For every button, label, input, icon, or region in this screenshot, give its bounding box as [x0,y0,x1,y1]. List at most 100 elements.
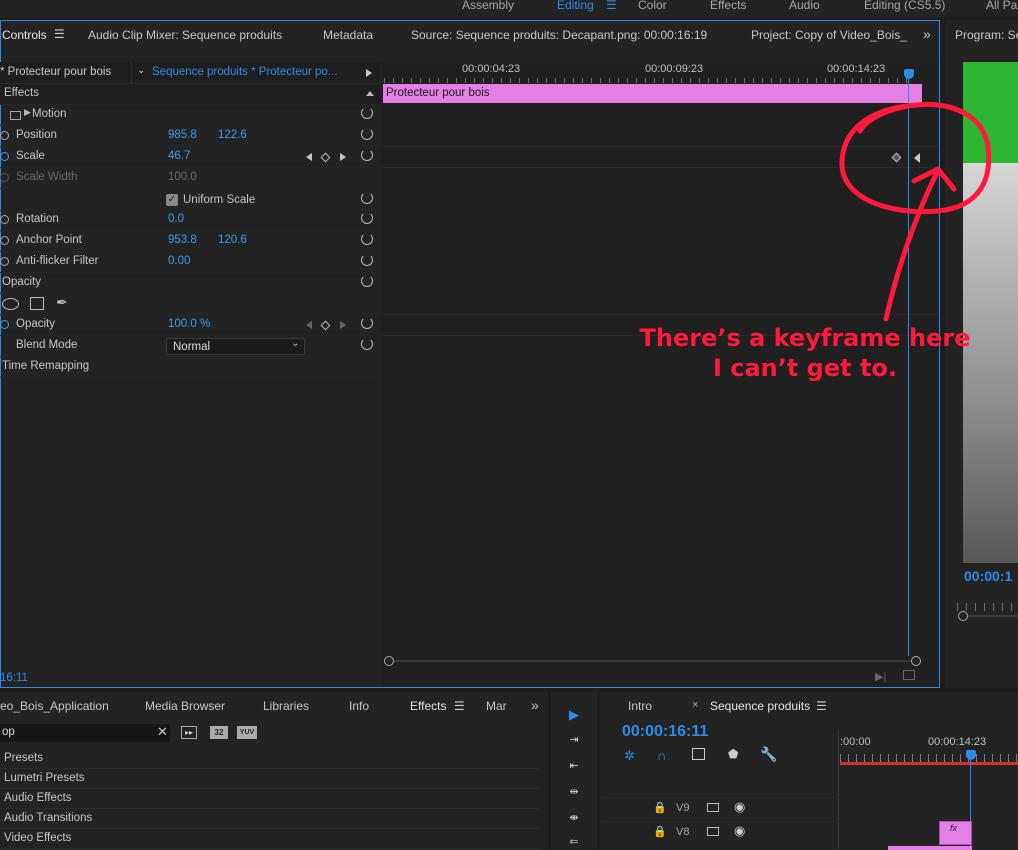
effects-folder-audio-effects[interactable]: Audio Effects [0,789,540,809]
stopwatch-icon[interactable] [0,152,9,161]
stopwatch-icon[interactable] [0,257,9,266]
anchor-y[interactable]: 120.6 [218,234,247,246]
reset-icon[interactable] [361,212,373,224]
position-x[interactable]: 985.8 [168,129,197,141]
next-keyframe-icon[interactable] [340,153,346,161]
tab-intro[interactable]: Intro [628,699,652,713]
effects-folder-lumetri[interactable]: Lumetri Presets [0,769,540,789]
rate-stretch-tool-icon[interactable]: ⇹ [565,785,583,799]
snap-icon[interactable]: ∩ [657,748,666,763]
tab-source[interactable]: Source: Sequence produits: Decapant.png:… [411,28,707,42]
zoom-scrollbar[interactable] [389,660,916,662]
track-select-tool-icon[interactable]: ⇥ [565,733,583,747]
lock-icon[interactable]: 🔒 [653,801,667,814]
timeline-clip[interactable] [888,846,972,850]
slip-tool-icon[interactable]: ⇼ [565,811,583,825]
eye-icon[interactable]: ◉ [734,799,745,815]
reset-icon[interactable] [361,149,373,161]
tab-effects[interactable]: Effects [410,699,446,713]
timeline-clip[interactable]: fx [939,821,972,845]
reset-icon[interactable] [361,338,373,350]
sequence-timecode[interactable]: 00:00:16:11 [622,723,708,741]
antiflicker-value[interactable]: 0.00 [168,255,190,267]
uniform-scale-checkbox[interactable]: ✓ [166,194,178,206]
ellipse-mask-icon[interactable] [2,298,19,310]
stopwatch-icon[interactable] [0,320,9,329]
prev-keyframe-icon[interactable] [306,321,312,329]
eye-icon[interactable]: ◉ [734,823,745,839]
tabs-overflow-icon[interactable]: » [531,697,539,713]
position-y[interactable]: 122.6 [218,129,247,141]
current-timecode[interactable]: 16:11 [0,672,28,684]
panel-menu-icon[interactable]: ☰ [454,699,465,713]
rectangle-mask-icon[interactable] [30,297,44,310]
tab-libraries[interactable]: Libraries [263,699,309,713]
add-keyframe-icon[interactable] [320,320,331,331]
reset-icon[interactable] [361,233,373,245]
workspace-assembly[interactable]: Assembly [462,0,514,12]
workspace-menu-icon[interactable]: ☰ [606,0,617,12]
panel-menu-icon[interactable]: ☰ [54,27,65,41]
reset-icon[interactable] [361,317,373,329]
chevron-down-icon[interactable]: ⌄ [137,65,145,76]
pen-tool-icon[interactable]: ⇐ [565,835,583,849]
toggle-sync-icon[interactable] [707,827,719,836]
workspace-editing[interactable]: Editing [557,0,594,12]
accelerated-effects-icon[interactable]: ▸▸ [181,726,197,739]
tab-media-browser[interactable]: Media Browser [145,699,225,713]
ripple-edit-tool-icon[interactable]: ⇤ [565,759,583,773]
program-zoom-handle[interactable] [958,611,968,621]
reset-icon[interactable] [361,107,373,119]
effects-search-input[interactable]: op ✕ [0,724,170,742]
reset-icon[interactable] [361,254,373,266]
wrench-icon[interactable]: 🔧 [760,746,777,763]
toggle-sync-icon[interactable] [707,803,719,812]
tab-metadata[interactable]: Metadata [323,28,373,42]
reset-icon[interactable] [361,275,373,287]
effects-folder-presets[interactable]: Presets [0,749,540,769]
reset-icon[interactable] [361,192,373,204]
tab-project[interactable]: Project: Copy of Video_Bois_ [751,28,907,42]
tab-program[interactable]: Program: Se [955,28,1018,42]
program-timecode[interactable]: 00:00:1 [964,568,1012,584]
expand-arrow-icon[interactable]: ▶ [24,107,31,118]
blend-mode-select[interactable]: Normal ⌄ [166,338,305,355]
opacity-value[interactable]: 100.0 % [168,318,210,330]
tab-markers[interactable]: Mar [486,699,507,713]
next-keyframe-icon[interactable] [340,321,346,329]
scale-value[interactable]: 46.7 [168,150,190,162]
rotation-value[interactable]: 0.0 [168,213,184,225]
reset-icon[interactable] [361,128,373,140]
panel-menu-icon[interactable]: ☰ [816,699,827,713]
32bit-icon[interactable]: 32 [210,726,228,739]
zoom-handle-left[interactable] [384,656,394,666]
zoom-handle-right[interactable] [911,656,921,666]
sequence-clip-label[interactable]: Sequence produits * Protecteur po... [152,66,337,78]
timeline-playhead-handle[interactable] [966,750,976,760]
close-icon[interactable]: × [692,699,698,711]
add-keyframe-icon[interactable] [320,152,331,163]
pen-mask-icon[interactable]: ✒ [56,294,68,311]
linked-selection-icon[interactable] [692,748,705,760]
workspace-color[interactable]: Color [638,0,667,12]
yuv-icon[interactable]: YUV [237,726,257,739]
stopwatch-icon[interactable] [0,215,9,224]
playhead-handle[interactable] [904,69,914,79]
tab-project-bin[interactable]: eo_Bois_Application [0,699,109,713]
workspace-audio[interactable]: Audio [789,0,820,12]
tab-audio-clip-mixer[interactable]: Audio Clip Mixer: Sequence produits [88,28,282,42]
workspace-editing-cs55[interactable]: Editing (CS5.5) [864,0,945,12]
time-remap-label[interactable]: Time Remapping [2,360,89,372]
stopwatch-icon[interactable] [0,236,9,245]
lock-icon[interactable]: 🔒 [653,825,667,838]
tab-info[interactable]: Info [349,699,369,713]
anchor-x[interactable]: 953.8 [168,234,197,246]
export-icon[interactable] [903,670,915,680]
tab-controls[interactable]: Controls [2,28,47,42]
collapse-arrow-icon[interactable] [366,91,374,96]
program-scrollbar[interactable] [963,615,1018,617]
workspace-all-panels[interactable]: All Pa [986,0,1017,12]
effects-folder-video-effects[interactable]: Video Effects [0,829,540,849]
prev-keyframe-icon[interactable] [306,153,312,161]
stopwatch-icon[interactable] [0,131,9,140]
